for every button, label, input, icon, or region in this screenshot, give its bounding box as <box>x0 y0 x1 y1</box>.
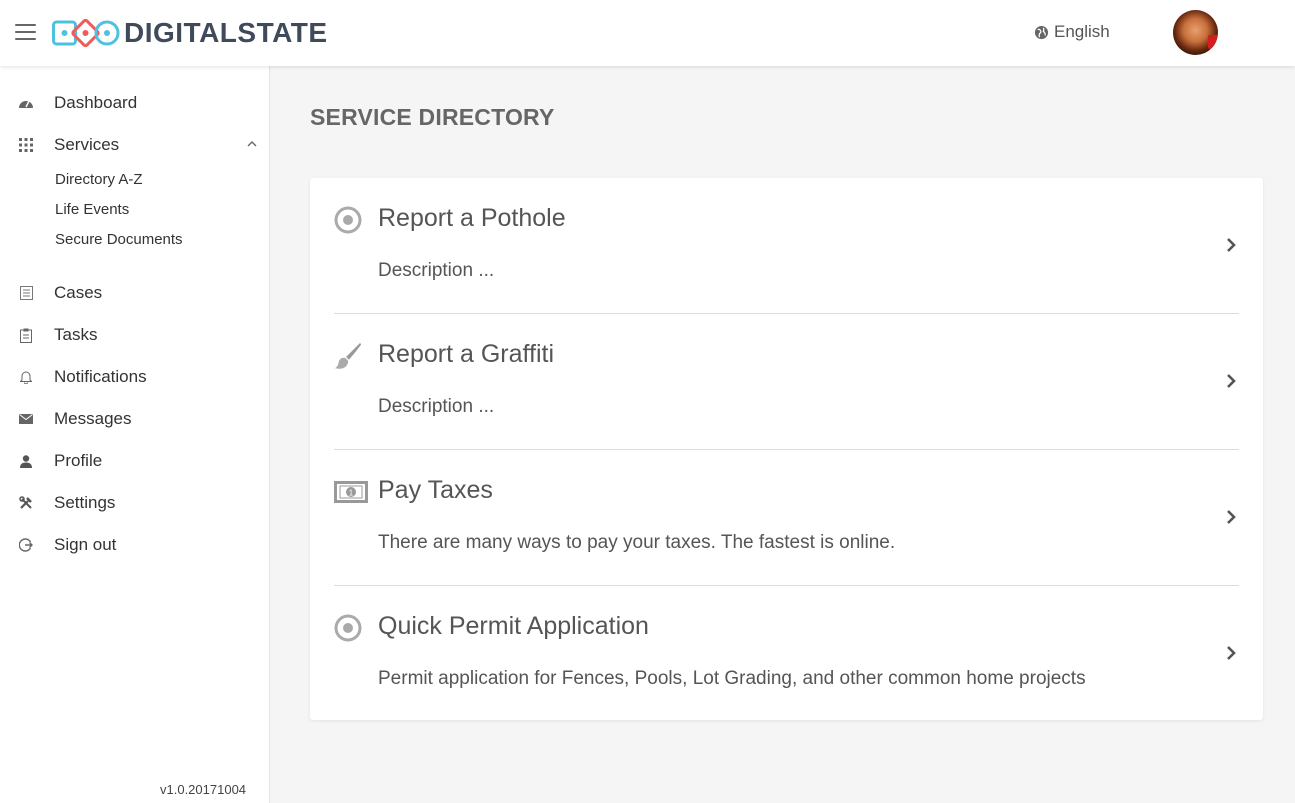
service-description: Description ... <box>378 396 495 417</box>
sidebar-item-label: Settings <box>54 493 116 512</box>
chevron-right-icon[interactable] <box>1224 508 1238 526</box>
app-version: v1.0.20171004 <box>160 782 247 797</box>
service-item-quick-permit-application[interactable]: Quick Permit Application Permit applicat… <box>334 586 1239 722</box>
sidebar-subitem-directory-a-z[interactable]: Directory A-Z <box>55 171 143 188</box>
sidebar-item-profile[interactable]: Profile <box>0 446 270 476</box>
list-icon <box>17 284 35 302</box>
chevron-right-icon[interactable] <box>1224 372 1238 390</box>
service-item-pay-taxes[interactable]: 1 Pay Taxes There are many ways to pay y… <box>334 450 1239 586</box>
user-icon <box>17 452 35 470</box>
sidebar-item-label: Services <box>54 135 120 154</box>
sidebar-item-tasks[interactable]: Tasks <box>0 320 270 350</box>
top-header: DIGITALSTATE English <box>0 0 1295 66</box>
logo-mark-icon <box>52 18 120 48</box>
chevron-right-icon[interactable] <box>1224 644 1238 662</box>
service-title: Pay Taxes <box>378 476 493 504</box>
clipboard-icon <box>17 326 35 344</box>
sidebar-item-label: Messages <box>54 409 132 428</box>
brand-name: DIGITALSTATE <box>124 17 328 48</box>
dashboard-icon <box>17 94 35 112</box>
brand-logo[interactable]: DIGITALSTATE <box>52 18 328 48</box>
sidebar-item-dashboard[interactable]: Dashboard <box>0 88 270 118</box>
target-icon <box>334 206 362 234</box>
svg-text:1: 1 <box>349 489 354 498</box>
bell-icon <box>17 368 35 386</box>
language-selector[interactable]: English <box>1034 22 1110 42</box>
tools-icon <box>17 494 35 512</box>
service-description: There are many ways to pay your taxes. T… <box>378 532 896 553</box>
sidebar-item-label: Tasks <box>54 325 98 344</box>
sidebar-item-messages[interactable]: Messages <box>0 404 270 434</box>
sidebar-item-label: Profile <box>54 451 103 470</box>
hamburger-icon[interactable] <box>15 24 36 42</box>
target-icon <box>334 614 362 642</box>
service-description: Permit application for Fences, Pools, Lo… <box>378 668 1086 689</box>
service-description: Description ... <box>378 260 495 281</box>
sidebar-item-label: Dashboard <box>54 93 138 112</box>
envelope-icon <box>17 410 35 428</box>
page-title: SERVICE DIRECTORY <box>310 104 555 130</box>
sidebar-item-label: Notifications <box>54 367 147 386</box>
sidebar-item-sign-out[interactable]: Sign out <box>0 530 270 560</box>
sidebar-item-label: Sign out <box>54 535 117 554</box>
user-avatar[interactable] <box>1173 10 1218 55</box>
service-title: Report a Graffiti <box>378 340 555 368</box>
chevron-up-icon[interactable] <box>247 139 257 149</box>
money-bill-icon: 1 <box>334 478 368 506</box>
language-label: English <box>1054 22 1110 41</box>
service-title: Quick Permit Application <box>378 612 649 640</box>
chevron-right-icon[interactable] <box>1224 236 1238 254</box>
service-item-report-pothole[interactable]: Report a Pothole Description ... <box>334 178 1239 314</box>
sidebar-subitem-secure-documents[interactable]: Secure Documents <box>55 231 183 248</box>
sidebar-item-cases[interactable]: Cases <box>0 278 270 308</box>
sidebar-item-label: Cases <box>54 283 103 302</box>
paint-brush-icon <box>334 342 362 370</box>
service-title: Report a Pothole <box>378 204 566 232</box>
globe-icon <box>1034 25 1049 39</box>
sidebar-item-settings[interactable]: Settings <box>0 488 270 518</box>
sidebar-item-notifications[interactable]: Notifications <box>0 362 270 392</box>
service-list-card: Report a Pothole Description ... Report … <box>310 178 1263 720</box>
grid-icon <box>17 136 35 154</box>
sign-out-icon <box>17 536 35 554</box>
sidebar: Dashboard Services Directory A-Z Life Ev… <box>0 66 270 803</box>
service-item-report-graffiti[interactable]: Report a Graffiti Description ... <box>334 314 1239 450</box>
sidebar-subitem-life-events[interactable]: Life Events <box>55 201 129 218</box>
sidebar-item-services[interactable]: Services <box>0 130 270 160</box>
